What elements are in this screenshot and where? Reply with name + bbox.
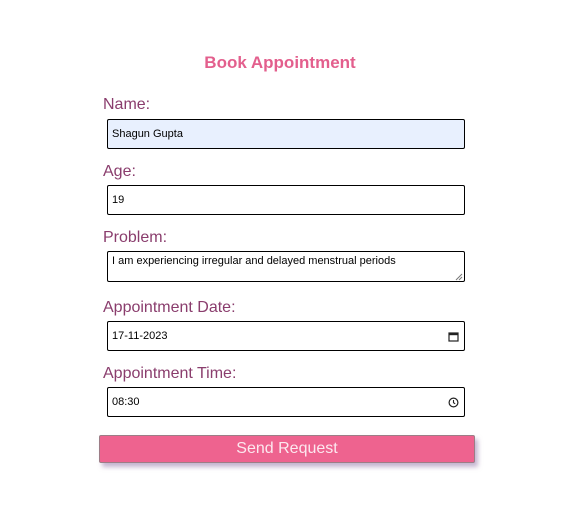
date-label: Appointment Date: bbox=[103, 299, 236, 316]
name-input-value: Shagun Gupta bbox=[112, 128, 183, 140]
appointment-date-input[interactable]: 17-11-2023 bbox=[107, 321, 465, 351]
form-title: Book Appointment bbox=[204, 53, 356, 72]
clock-icon[interactable] bbox=[447, 396, 459, 408]
name-label: Name: bbox=[103, 96, 151, 113]
age-label: Age: bbox=[103, 163, 136, 180]
problem-textarea[interactable]: I am experiencing irregular and delayed … bbox=[107, 251, 465, 282]
time-label: Appointment Time: bbox=[103, 365, 237, 382]
book-appointment-page: Book Appointment Name: Shagun Gupta Age:… bbox=[0, 0, 588, 523]
appointment-date-value: 17-11-2023 bbox=[112, 330, 168, 342]
calendar-icon[interactable] bbox=[447, 330, 459, 342]
appointment-time-input[interactable]: 08:30 bbox=[107, 387, 465, 417]
age-input-value: 19 bbox=[112, 194, 125, 206]
appointment-time-value: 08:30 bbox=[112, 396, 140, 408]
problem-label: Problem: bbox=[103, 229, 168, 246]
problem-textarea-value: I am experiencing irregular and delayed … bbox=[112, 255, 396, 267]
name-input[interactable]: Shagun Gupta bbox=[107, 119, 465, 149]
resize-grip-icon[interactable] bbox=[455, 272, 463, 281]
send-request-button[interactable]: Send Request bbox=[99, 435, 475, 463]
age-input[interactable]: 19 bbox=[107, 185, 465, 215]
